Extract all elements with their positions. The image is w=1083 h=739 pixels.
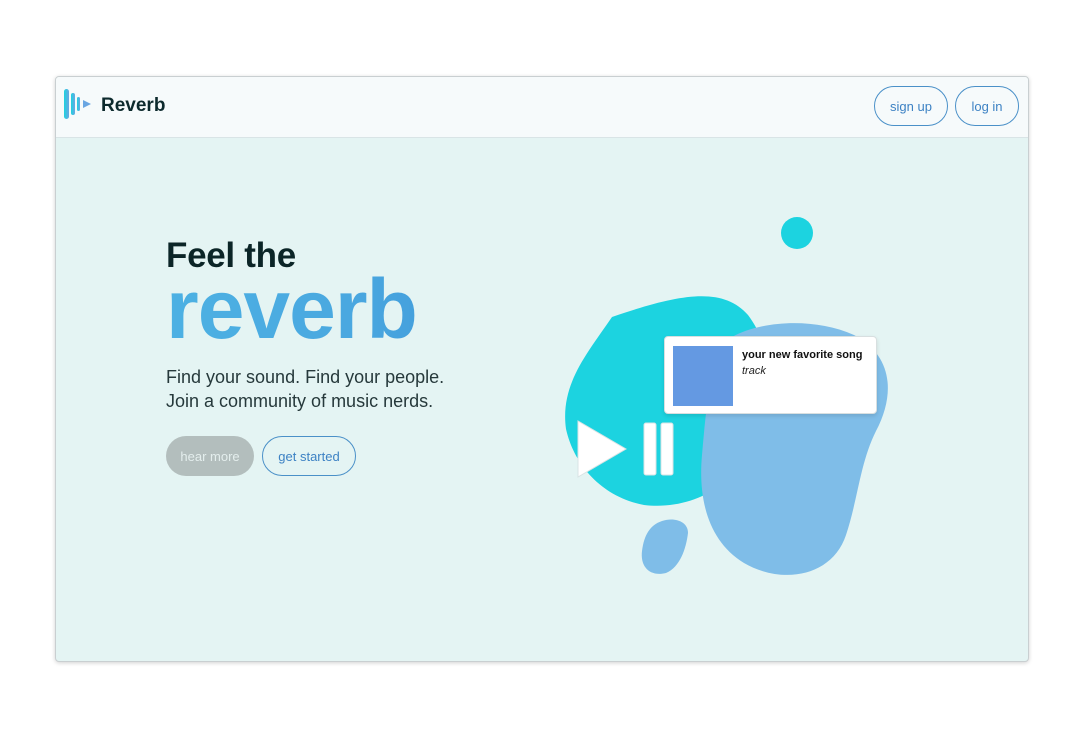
- top-nav: Reverb sign up log in: [56, 77, 1028, 138]
- browser-window: Reverb sign up log in Feel the reverb Fi…: [55, 76, 1029, 662]
- tagline-line-1: Find your sound. Find your people.: [166, 367, 445, 387]
- log-in-button[interactable]: log in: [955, 86, 1019, 126]
- get-started-button[interactable]: get started: [262, 436, 356, 476]
- hero-heading-big: reverb: [166, 267, 526, 351]
- tagline-line-2: Join a community of music nerds.: [166, 391, 434, 411]
- album-art: [673, 346, 733, 406]
- track-type-label: track: [742, 365, 766, 377]
- sign-up-button[interactable]: sign up: [874, 86, 948, 126]
- hero-text: Feel the reverb Find your sound. Find yo…: [166, 237, 526, 413]
- hero-actions: hear more get started: [166, 436, 356, 476]
- logo-link[interactable]: Reverb: [64, 87, 166, 126]
- track-card[interactable]: your new favorite song track: [664, 336, 877, 414]
- track-title: your new favorite song: [742, 349, 863, 361]
- small-blue-blob-decoration: [641, 519, 688, 574]
- logo-text: Reverb: [101, 95, 166, 116]
- hero-tagline: Find your sound. Find your people. Join …: [166, 365, 526, 413]
- teal-dot-decoration: [781, 217, 813, 249]
- hear-more-button[interactable]: hear more: [166, 436, 254, 476]
- sound-wave-play-icon: [64, 87, 93, 126]
